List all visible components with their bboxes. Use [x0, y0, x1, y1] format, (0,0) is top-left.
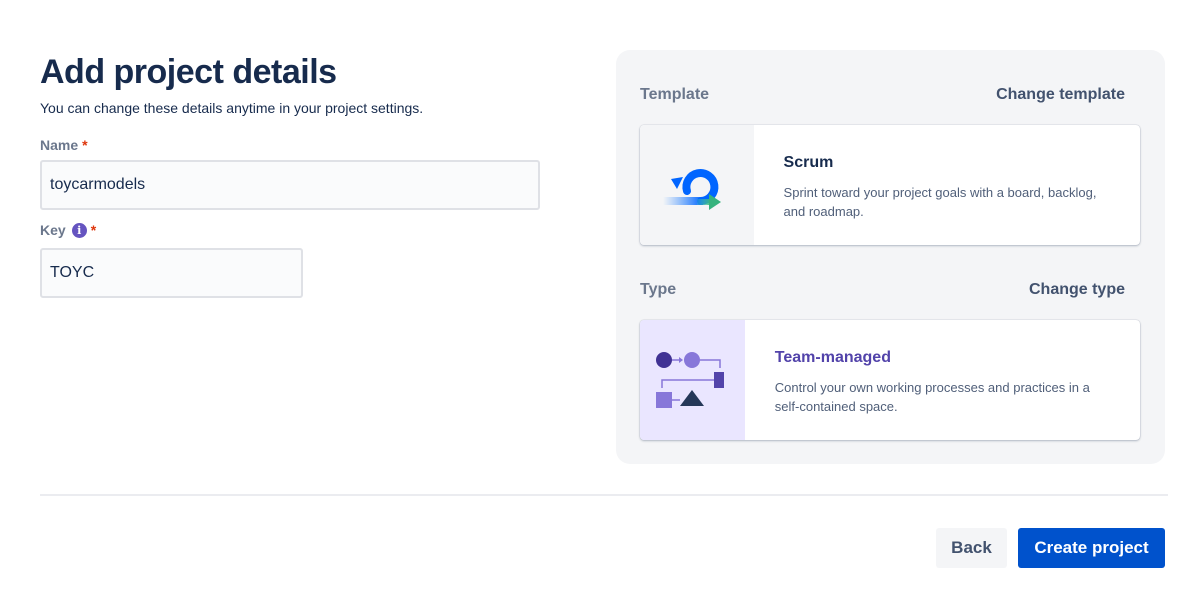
template-card-description: Sprint toward your project goals with a …	[783, 185, 1097, 219]
project-details-form: Add project details You can change these…	[40, 50, 540, 298]
template-card-title: Scrum	[783, 154, 834, 171]
key-label-text: Key	[40, 222, 66, 238]
back-button[interactable]: Back	[936, 528, 1007, 568]
type-card-team-managed[interactable]: Team-managed Control your own working pr…	[640, 320, 1140, 440]
name-label-text: Name	[40, 137, 79, 153]
template-card-scrum[interactable]: Scrum Sprint toward your project goals w…	[640, 125, 1140, 245]
name-field-label: Name *	[40, 135, 88, 155]
template-type-panel: Template Change template Scrum Sprint to…	[616, 50, 1165, 464]
required-asterisk: *	[82, 137, 88, 153]
key-field-label: Key i *	[40, 220, 96, 240]
team-managed-flow-icon	[640, 320, 745, 440]
page-subtitle: You can change these details anytime in …	[40, 100, 424, 116]
type-card-description: Control your own working processes and p…	[774, 380, 1090, 414]
create-project-page: Add project details You can change these…	[0, 0, 1188, 602]
info-icon[interactable]: i	[71, 222, 87, 238]
key-input[interactable]	[40, 248, 303, 298]
name-input[interactable]	[40, 160, 540, 210]
footer-divider	[40, 494, 1168, 496]
template-section-label: Template	[640, 86, 710, 103]
type-section-label: Type	[640, 281, 677, 298]
required-asterisk: *	[90, 222, 97, 238]
create-project-button[interactable]: Create project	[1018, 528, 1165, 568]
type-card-title: Team-managed	[774, 349, 891, 366]
page-title: Add project details	[40, 53, 337, 91]
scrum-cycle-icon	[640, 125, 754, 245]
change-type-button[interactable]: Change type	[1029, 281, 1125, 299]
change-template-button[interactable]: Change template	[996, 86, 1125, 104]
